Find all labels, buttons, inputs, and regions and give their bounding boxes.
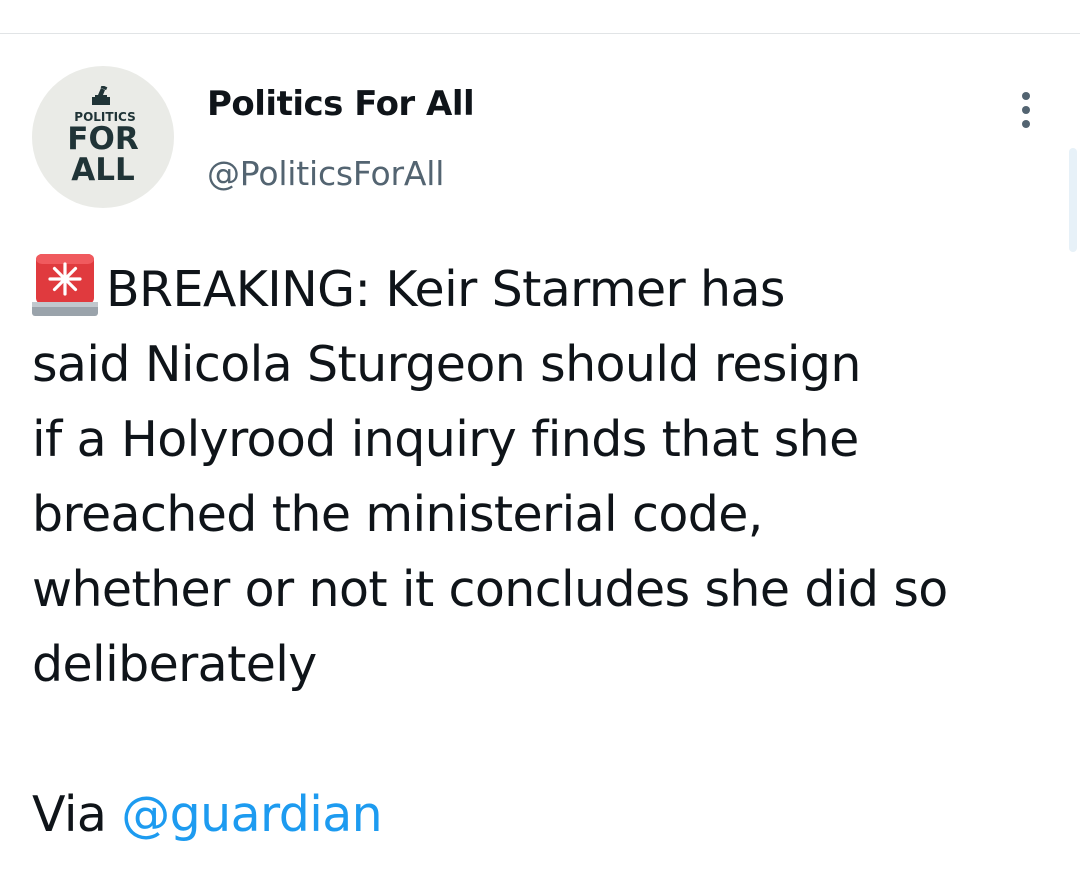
tweet-via-line: Via @guardian xyxy=(32,777,1062,852)
tweet-text-line-6: deliberately xyxy=(32,636,317,693)
avatar[interactable]: POLITICS FOR ALL xyxy=(32,66,174,208)
tweet-text-line-1: BREAKING: Keir Starmer has xyxy=(106,261,785,318)
ballot-box-icon xyxy=(92,86,110,105)
author-handle[interactable]: @PoliticsForAll xyxy=(207,154,444,193)
tweet[interactable]: POLITICS FOR ALL Politics For All @Polit… xyxy=(0,34,1080,875)
tweet-text-line: BREAKING: Keir Starmer has xyxy=(32,252,1062,327)
tweet-text-line-2: said Nicola Sturgeon should resign xyxy=(32,336,861,393)
mention-link-guardian[interactable]: @guardian xyxy=(121,786,382,843)
tweet-text: BREAKING: Keir Starmer has said Nicola S… xyxy=(32,252,1062,852)
police-car-light-icon xyxy=(32,254,98,316)
avatar-text-for: FOR xyxy=(67,121,139,157)
author-display-name[interactable]: Politics For All xyxy=(207,84,475,124)
avatar-text-all: ALL xyxy=(71,152,135,188)
more-options-button[interactable] xyxy=(1006,90,1046,130)
tweet-text-line-4: breached the ministerial code, xyxy=(32,486,763,543)
avatar-logo: POLITICS FOR ALL xyxy=(32,66,174,208)
via-prefix: Via xyxy=(32,786,122,843)
tweet-text-line-5: whether or not it concludes she did so xyxy=(32,561,948,618)
tweet-text-line-3: if a Holyrood inquiry finds that she xyxy=(32,411,859,468)
